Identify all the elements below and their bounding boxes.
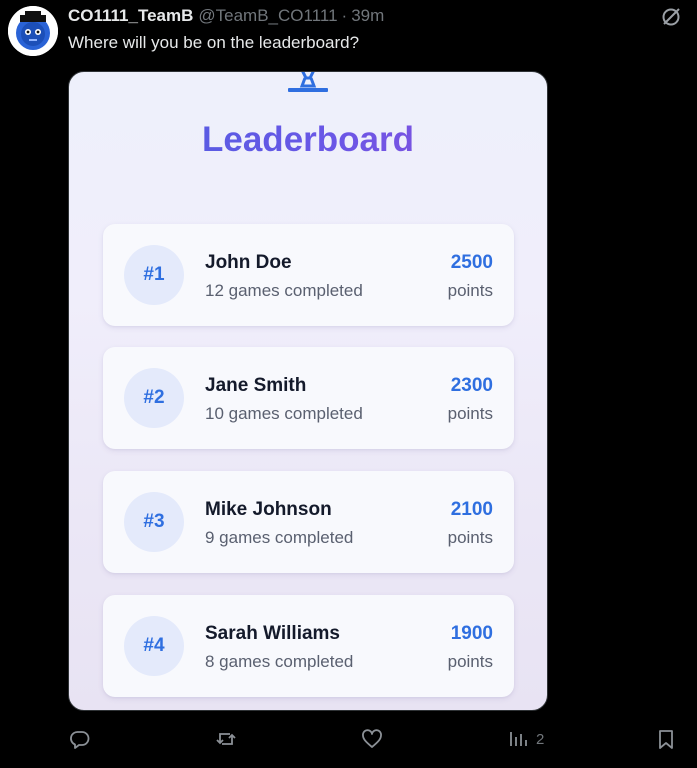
points-label: points — [447, 404, 493, 423]
reply-icon — [70, 731, 90, 749]
games-completed: 10 games completed — [205, 404, 363, 423]
player-score: 1900 — [450, 623, 493, 644]
player-name: John Doe — [205, 252, 292, 273]
leaderboard-entry: #3 Mike Johnson 9 games completed 2100 p… — [103, 471, 514, 573]
avatar[interactable] — [8, 6, 58, 56]
player-score: 2100 — [450, 499, 493, 520]
grok-icon[interactable] — [660, 6, 682, 28]
leaderboard-entry: #2 Jane Smith 10 games completed 2300 po… — [103, 347, 514, 449]
games-completed: 12 games completed — [205, 281, 363, 300]
post-media[interactable]: Leaderboard #1 John Doe 12 games complet… — [68, 71, 548, 711]
separator-dot: · — [341, 6, 348, 25]
post-header: CO1111_TeamB @TeamB_CO1111 · 39m — [68, 6, 384, 28]
repost-icon — [216, 733, 236, 745]
games-completed: 8 games completed — [205, 652, 354, 671]
views-count: 2 — [536, 730, 545, 748]
player-name: Mike Johnson — [205, 499, 332, 520]
like-icon — [362, 729, 382, 748]
post-text: Where will you be on the leaderboard? — [68, 33, 360, 52]
rank-badge: #4 — [124, 616, 184, 676]
points-label: points — [447, 652, 493, 671]
trophy-icon — [288, 72, 328, 92]
views-icon — [510, 732, 527, 746]
views-button[interactable]: 2 — [508, 726, 544, 752]
reply-button[interactable] — [69, 726, 91, 752]
games-completed: 9 games completed — [205, 528, 354, 547]
leaderboard-entry: #4 Sarah Williams 8 games completed 1900… — [103, 595, 514, 697]
like-button[interactable] — [361, 726, 383, 752]
bookmark-icon — [659, 730, 673, 749]
bookmark-button[interactable] — [655, 726, 677, 752]
rank-badge: #2 — [124, 368, 184, 428]
leaderboard-title: Leaderboard — [69, 120, 547, 160]
repost-button[interactable] — [215, 726, 237, 752]
rank-badge: #1 — [124, 245, 184, 305]
player-score: 2300 — [450, 375, 493, 396]
points-label: points — [447, 528, 493, 547]
player-name: Sarah Williams — [205, 623, 340, 644]
avatar-image — [8, 6, 58, 56]
display-name[interactable]: CO1111_TeamB — [68, 6, 193, 26]
user-handle[interactable]: @TeamB_CO1111 — [198, 6, 337, 26]
player-name: Jane Smith — [205, 375, 307, 396]
player-score: 2500 — [450, 252, 493, 273]
post-time[interactable]: 39m — [351, 6, 384, 26]
rank-badge: #3 — [124, 492, 184, 552]
points-label: points — [447, 281, 493, 300]
leaderboard-entry: #1 John Doe 12 games completed 2500 poin… — [103, 224, 514, 326]
